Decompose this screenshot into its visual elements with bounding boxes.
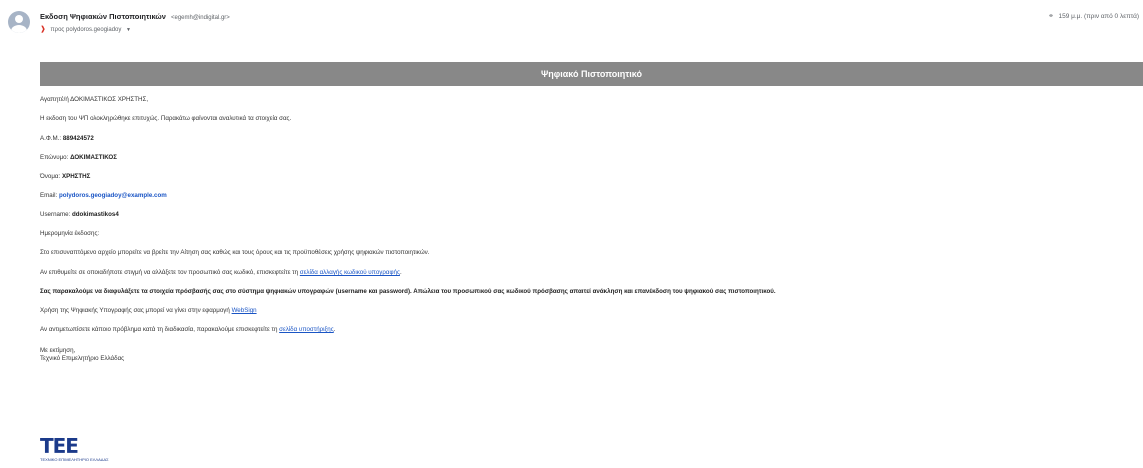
- avatar-head: [15, 15, 23, 23]
- organization: Τεχνικό Επιμελητήριο Ελλάδας: [40, 355, 125, 362]
- email-label: Email:: [40, 192, 58, 199]
- password-change-text: Αν επιθυμείτε σε οποιαδήποτε στιγμή να α…: [40, 269, 299, 276]
- afm-label: Α.Φ.Μ.:: [40, 135, 62, 142]
- password-change-link[interactable]: σελίδα αλλαγής κωδικού υπογραφής: [300, 269, 400, 276]
- paperclip-icon[interactable]: ⚭: [1048, 13, 1053, 20]
- tee-logo: ΤΕΕ ΤΕΧΝΙΚΟ ΕΠΙΜΕΛΗΤΗΡΙΟ ΕΛΛΑΔΑΣ: [40, 436, 109, 462]
- banner-title: Ψηφιακό Πιστοποιητικό: [540, 69, 642, 79]
- logo-mark: ΤΕΕ: [40, 434, 79, 458]
- attachment-note: Στο επισυναπτόμενο αρχείο μπορείτε να βρ…: [40, 249, 430, 256]
- intro-text: Η εκδοση του ΨΠ ολοκληρώθηκε επιτυχώς. Π…: [40, 115, 292, 122]
- surname-label: Επώνυμο:: [40, 154, 69, 161]
- username-value: ddokimastikos4: [72, 211, 119, 218]
- support-text: Αν αντιμετωπίσετε κάποιο πρόβλημα κατά τ…: [40, 326, 278, 333]
- email-row: Email: polydoros.geogiadoy@example.com: [40, 192, 167, 199]
- important-marker-icon[interactable]: ❱: [40, 26, 46, 33]
- recipient-line: ❱ προς polydoros.geogiadoy ▼: [40, 25, 131, 33]
- password-row-period: .: [399, 269, 402, 276]
- afm-value: 889424572: [62, 135, 94, 142]
- chevron-down-icon[interactable]: ▼: [126, 27, 131, 33]
- sender-line: Εκδοση Ψηφιακών Πιστοποιητικών <egemh@in…: [40, 12, 230, 21]
- to-prefix: προς: [50, 27, 65, 33]
- support-link[interactable]: σελίδα υποστήριξης: [279, 326, 334, 333]
- issue-date-label: Ημερομηνία έκδοσης:: [40, 230, 100, 237]
- email-header: Εκδοση Ψηφιακών Πιστοποιητικών <egemh@in…: [0, 0, 1143, 50]
- logo-subtitle: ΤΕΧΝΙΚΟ ΕΠΙΜΕΛΗΤΗΡΙΟ ΕΛΛΑΔΑΣ: [40, 457, 109, 462]
- name-label: Όνομα:: [40, 173, 61, 180]
- password-change-row: Αν επιθυμείτε σε οποιαδήποτε στιγμή να α…: [40, 269, 402, 276]
- username-row: Username: ddokimastikos4: [40, 211, 119, 218]
- email-value-link[interactable]: polydoros.geogiadoy@example.com: [59, 192, 167, 199]
- recipient-name: polydoros.geogiadoy: [66, 27, 122, 33]
- sender-email: <egemh@indigital.gr>: [170, 15, 230, 21]
- sender-avatar[interactable]: [8, 11, 30, 33]
- avatar-body: [11, 25, 27, 33]
- username-label: Username:: [40, 211, 71, 218]
- websign-text: Χρήση της Ψηφιακής Υπογραφής σας μπορεί …: [40, 307, 230, 314]
- name-row: Όνομα: ΧΡΗΣΤΗΣ: [40, 173, 90, 180]
- surname-value: ΔΟΚΙΜΑΣΤΙΚΟΣ: [70, 154, 117, 161]
- certificate-banner: Ψηφιακό Πιστοποιητικό: [40, 62, 1143, 86]
- warning-bold: Σας παρακαλούμε να διαφυλάξετε τα στοιχε…: [40, 288, 776, 295]
- warning-text: Σας παρακαλούμε να διαφυλάξετε τα στοιχε…: [40, 288, 776, 295]
- websign-row: Χρήση της Ψηφιακής Υπογραφής σας μπορεί …: [40, 307, 257, 314]
- support-row-period: .: [333, 326, 336, 333]
- support-row: Αν αντιμετωπίσετε κάποιο πρόβλημα κατά τ…: [40, 326, 335, 333]
- email-meta: ⚭ 159 μ.μ. (πριν από 0 λεπτά): [1048, 12, 1139, 20]
- surname-row: Επώνυμο: ΔΟΚΙΜΑΣΤΙΚΟΣ: [40, 154, 117, 161]
- greeting: Αγαπητέ/ή ΔΟΚΙΜΑΣΤΙΚΟΣ ΧΡΗΣΤΗΣ,: [40, 96, 149, 103]
- closing: Με εκτίμηση,: [40, 347, 76, 354]
- sender-name[interactable]: Εκδοση Ψηφιακών Πιστοποιητικών: [40, 12, 166, 21]
- email-time: 159 μ.μ. (πριν από 0 λεπτά): [1058, 13, 1139, 20]
- name-value: ΧΡΗΣΤΗΣ: [61, 173, 91, 180]
- afm-row: Α.Φ.Μ.: 889424572: [40, 135, 94, 142]
- websign-link[interactable]: WebSign: [232, 307, 257, 314]
